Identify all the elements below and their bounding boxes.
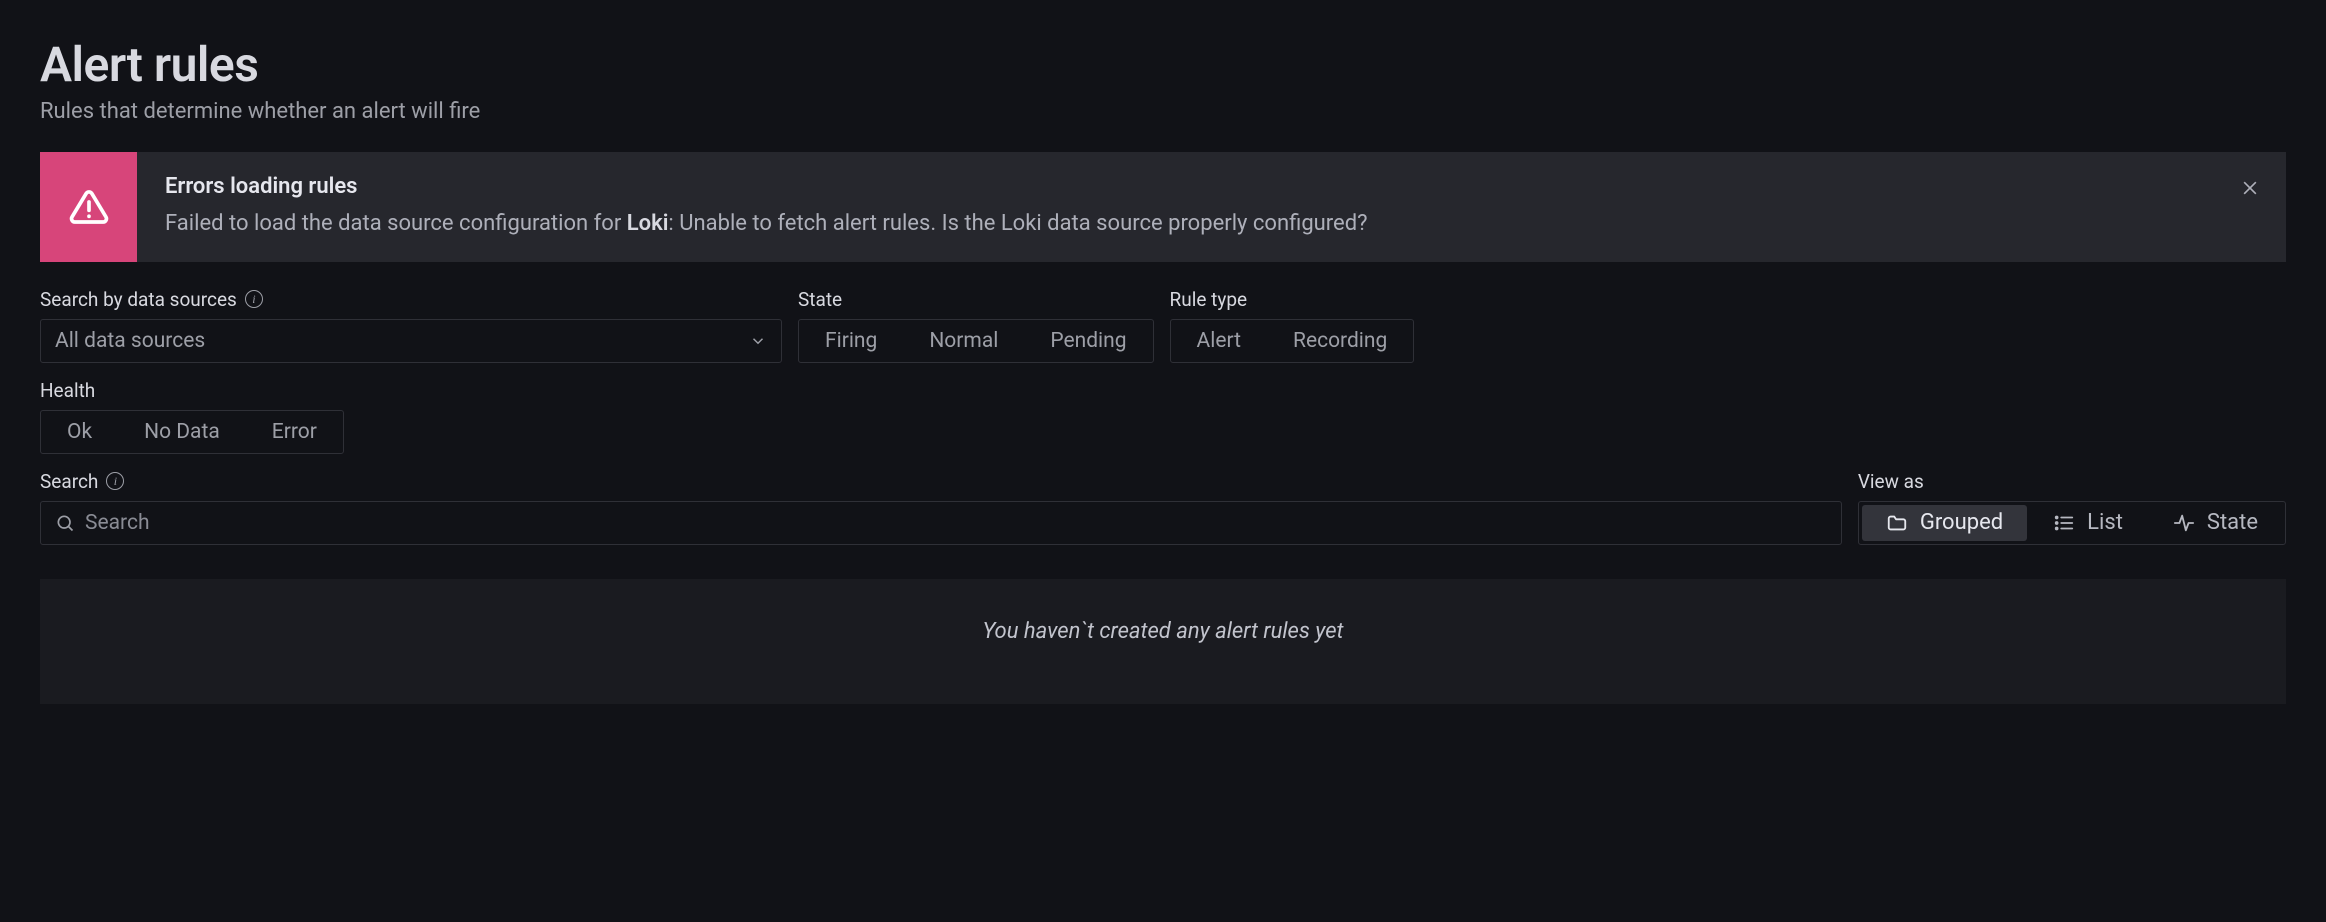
health-label: Health bbox=[40, 379, 95, 402]
error-banner-message: Failed to load the data source configura… bbox=[165, 209, 2258, 240]
search-input[interactable] bbox=[85, 511, 1827, 535]
ruletype-alert-button[interactable]: Alert bbox=[1171, 320, 1267, 362]
error-msg-suffix: : Unable to fetch alert rules. Is the Lo… bbox=[668, 211, 1367, 236]
state-firing-button[interactable]: Firing bbox=[799, 320, 903, 362]
info-icon[interactable]: i bbox=[106, 472, 124, 490]
viewas-grouped-label: Grouped bbox=[1920, 510, 2003, 535]
ruletype-label: Rule type bbox=[1170, 288, 1248, 311]
error-banner: Errors loading rules Failed to load the … bbox=[40, 152, 2286, 262]
viewas-state-button[interactable]: State bbox=[2149, 505, 2282, 541]
search-box[interactable] bbox=[40, 501, 1842, 545]
viewas-list-label: List bbox=[2087, 510, 2123, 535]
page-title: Alert rules bbox=[40, 36, 2286, 93]
health-nodata-button[interactable]: No Data bbox=[118, 411, 246, 453]
state-label: State bbox=[798, 288, 842, 311]
ruletype-filter-group: Alert Recording bbox=[1170, 319, 1415, 363]
viewas-group: Grouped List State bbox=[1858, 501, 2286, 545]
error-msg-prefix: Failed to load the data source configura… bbox=[165, 211, 627, 236]
error-banner-title: Errors loading rules bbox=[165, 174, 2258, 199]
health-ok-button[interactable]: Ok bbox=[41, 411, 118, 453]
empty-state: You haven`t created any alert rules yet bbox=[40, 579, 2286, 704]
datasources-label: Search by data sources bbox=[40, 288, 237, 311]
error-msg-bold: Loki bbox=[627, 211, 669, 236]
datasources-selected: All data sources bbox=[55, 329, 205, 353]
datasources-select[interactable]: All data sources bbox=[40, 319, 782, 363]
state-filter-group: Firing Normal Pending bbox=[798, 319, 1154, 363]
ruletype-recording-button[interactable]: Recording bbox=[1267, 320, 1413, 362]
health-error-button[interactable]: Error bbox=[246, 411, 343, 453]
viewas-list-button[interactable]: List bbox=[2029, 505, 2147, 541]
activity-icon bbox=[2173, 512, 2195, 534]
close-icon[interactable] bbox=[2232, 170, 2268, 206]
state-pending-button[interactable]: Pending bbox=[1024, 320, 1152, 362]
viewas-grouped-button[interactable]: Grouped bbox=[1862, 505, 2027, 541]
health-filter-group: Ok No Data Error bbox=[40, 410, 344, 454]
info-icon[interactable]: i bbox=[245, 290, 263, 308]
search-icon bbox=[55, 513, 75, 533]
viewas-state-label: State bbox=[2207, 510, 2258, 535]
chevron-down-icon bbox=[749, 332, 767, 350]
alert-triangle-icon bbox=[40, 152, 137, 262]
viewas-label: View as bbox=[1858, 470, 1924, 493]
folder-icon bbox=[1886, 512, 1908, 534]
search-label: Search bbox=[40, 470, 98, 493]
state-normal-button[interactable]: Normal bbox=[903, 320, 1024, 362]
list-icon bbox=[2053, 512, 2075, 534]
page-subtitle: Rules that determine whether an alert wi… bbox=[40, 99, 2286, 124]
